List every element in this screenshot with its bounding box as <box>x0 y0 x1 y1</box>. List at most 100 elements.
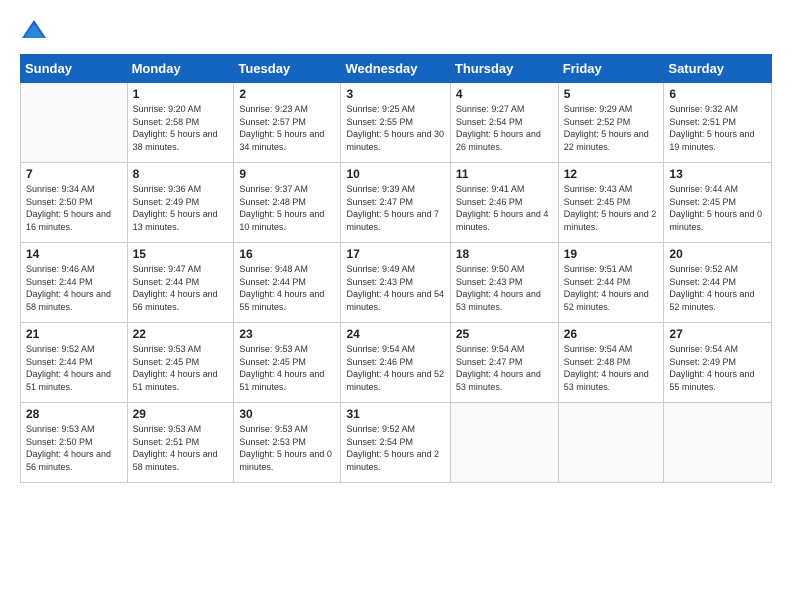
day-info: Sunrise: 9:36 AMSunset: 2:49 PMDaylight:… <box>133 183 229 233</box>
calendar-cell <box>664 403 772 483</box>
calendar-week-row: 28 Sunrise: 9:53 AMSunset: 2:50 PMDayligh… <box>21 403 772 483</box>
calendar-cell: 25 Sunrise: 9:54 AMSunset: 2:47 PMDayligh… <box>450 323 558 403</box>
calendar-cell: 15 Sunrise: 9:47 AMSunset: 2:44 PMDayligh… <box>127 243 234 323</box>
calendar-cell: 24 Sunrise: 9:54 AMSunset: 2:46 PMDayligh… <box>341 323 450 403</box>
calendar-cell: 16 Sunrise: 9:48 AMSunset: 2:44 PMDayligh… <box>234 243 341 323</box>
day-info: Sunrise: 9:53 AMSunset: 2:45 PMDaylight:… <box>239 343 335 393</box>
calendar-cell: 31 Sunrise: 9:52 AMSunset: 2:54 PMDayligh… <box>341 403 450 483</box>
day-info: Sunrise: 9:54 AMSunset: 2:46 PMDaylight:… <box>346 343 444 393</box>
calendar-cell: 28 Sunrise: 9:53 AMSunset: 2:50 PMDayligh… <box>21 403 128 483</box>
header-sunday: Sunday <box>21 55 128 83</box>
day-info: Sunrise: 9:41 AMSunset: 2:46 PMDaylight:… <box>456 183 553 233</box>
day-number: 13 <box>669 167 766 181</box>
calendar-cell: 17 Sunrise: 9:49 AMSunset: 2:43 PMDayligh… <box>341 243 450 323</box>
calendar-week-row: 1Sunrise: 9:20 AMSunset: 2:58 PMDaylight… <box>21 83 772 163</box>
day-number: 11 <box>456 167 553 181</box>
day-info: Sunrise: 9:53 AMSunset: 2:50 PMDaylight:… <box>26 423 122 473</box>
calendar-cell: 23 Sunrise: 9:53 AMSunset: 2:45 PMDayligh… <box>234 323 341 403</box>
day-number: 28 <box>26 407 122 421</box>
page: Sunday Monday Tuesday Wednesday Thursday… <box>0 0 792 612</box>
day-info: Sunrise: 9:44 AMSunset: 2:45 PMDaylight:… <box>669 183 766 233</box>
header-tuesday: Tuesday <box>234 55 341 83</box>
day-number: 10 <box>346 167 444 181</box>
day-info: Sunrise: 9:53 AMSunset: 2:45 PMDaylight:… <box>133 343 229 393</box>
day-info: Sunrise: 9:25 AMSunset: 2:55 PMDaylight:… <box>346 103 444 153</box>
calendar-cell: 13 Sunrise: 9:44 AMSunset: 2:45 PMDayligh… <box>664 163 772 243</box>
day-info: Sunrise: 9:51 AMSunset: 2:44 PMDaylight:… <box>564 263 659 313</box>
day-number: 21 <box>26 327 122 341</box>
day-info: Sunrise: 9:29 AMSunset: 2:52 PMDaylight:… <box>564 103 659 153</box>
calendar-week-row: 21 Sunrise: 9:52 AMSunset: 2:44 PMDayligh… <box>21 323 772 403</box>
day-number: 27 <box>669 327 766 341</box>
day-number: 24 <box>346 327 444 341</box>
header-thursday: Thursday <box>450 55 558 83</box>
calendar-cell: 7Sunrise: 9:34 AMSunset: 2:50 PMDaylight… <box>21 163 128 243</box>
day-number: 18 <box>456 247 553 261</box>
day-info: Sunrise: 9:39 AMSunset: 2:47 PMDaylight:… <box>346 183 444 233</box>
day-number: 15 <box>133 247 229 261</box>
day-number: 29 <box>133 407 229 421</box>
day-info: Sunrise: 9:43 AMSunset: 2:45 PMDaylight:… <box>564 183 659 233</box>
calendar-cell: 9 Sunrise: 9:37 AMSunset: 2:48 PMDaylight… <box>234 163 341 243</box>
calendar-cell: 11 Sunrise: 9:41 AMSunset: 2:46 PMDayligh… <box>450 163 558 243</box>
day-info: Sunrise: 9:46 AMSunset: 2:44 PMDaylight:… <box>26 263 122 313</box>
calendar-cell: 21 Sunrise: 9:52 AMSunset: 2:44 PMDayligh… <box>21 323 128 403</box>
day-info: Sunrise: 9:23 AMSunset: 2:57 PMDaylight:… <box>239 103 335 153</box>
calendar-cell <box>558 403 664 483</box>
day-info: Sunrise: 9:49 AMSunset: 2:43 PMDaylight:… <box>346 263 444 313</box>
calendar-cell: 10 Sunrise: 9:39 AMSunset: 2:47 PMDayligh… <box>341 163 450 243</box>
day-number: 25 <box>456 327 553 341</box>
header-saturday: Saturday <box>664 55 772 83</box>
day-number: 31 <box>346 407 444 421</box>
calendar-cell: 29 Sunrise: 9:53 AMSunset: 2:51 PMDayligh… <box>127 403 234 483</box>
calendar-cell: 5 Sunrise: 9:29 AMSunset: 2:52 PMDaylight… <box>558 83 664 163</box>
day-number: 5 <box>564 87 659 101</box>
day-info: Sunrise: 9:37 AMSunset: 2:48 PMDaylight:… <box>239 183 335 233</box>
calendar-table: Sunday Monday Tuesday Wednesday Thursday… <box>20 54 772 483</box>
day-info: Sunrise: 9:53 AMSunset: 2:53 PMDaylight:… <box>239 423 335 473</box>
day-info: Sunrise: 9:54 AMSunset: 2:49 PMDaylight:… <box>669 343 766 393</box>
day-number: 19 <box>564 247 659 261</box>
calendar-cell: 12 Sunrise: 9:43 AMSunset: 2:45 PMDayligh… <box>558 163 664 243</box>
calendar-week-row: 7Sunrise: 9:34 AMSunset: 2:50 PMDaylight… <box>21 163 772 243</box>
day-info: Sunrise: 9:32 AMSunset: 2:51 PMDaylight:… <box>669 103 766 153</box>
day-info: Sunrise: 9:53 AMSunset: 2:51 PMDaylight:… <box>133 423 229 473</box>
day-info: Sunrise: 9:52 AMSunset: 2:44 PMDaylight:… <box>26 343 122 393</box>
day-number: 7 <box>26 167 122 181</box>
calendar-body: 1Sunrise: 9:20 AMSunset: 2:58 PMDaylight… <box>21 83 772 483</box>
header <box>20 16 772 44</box>
weekday-header-row: Sunday Monday Tuesday Wednesday Thursday… <box>21 55 772 83</box>
day-number: 2 <box>239 87 335 101</box>
day-info: Sunrise: 9:54 AMSunset: 2:47 PMDaylight:… <box>456 343 553 393</box>
day-number: 22 <box>133 327 229 341</box>
calendar-cell: 4 Sunrise: 9:27 AMSunset: 2:54 PMDaylight… <box>450 83 558 163</box>
calendar-cell <box>450 403 558 483</box>
day-info: Sunrise: 9:47 AMSunset: 2:44 PMDaylight:… <box>133 263 229 313</box>
day-info: Sunrise: 9:50 AMSunset: 2:43 PMDaylight:… <box>456 263 553 313</box>
day-info: Sunrise: 9:54 AMSunset: 2:48 PMDaylight:… <box>564 343 659 393</box>
day-info: Sunrise: 9:27 AMSunset: 2:54 PMDaylight:… <box>456 103 553 153</box>
day-number: 1 <box>133 87 229 101</box>
header-wednesday: Wednesday <box>341 55 450 83</box>
day-number: 9 <box>239 167 335 181</box>
calendar-cell: 19 Sunrise: 9:51 AMSunset: 2:44 PMDayligh… <box>558 243 664 323</box>
day-number: 12 <box>564 167 659 181</box>
calendar-cell: 1Sunrise: 9:20 AMSunset: 2:58 PMDaylight… <box>127 83 234 163</box>
day-number: 16 <box>239 247 335 261</box>
logo <box>20 16 50 44</box>
day-number: 3 <box>346 87 444 101</box>
calendar-cell: 22 Sunrise: 9:53 AMSunset: 2:45 PMDayligh… <box>127 323 234 403</box>
day-number: 17 <box>346 247 444 261</box>
calendar-cell <box>21 83 128 163</box>
day-number: 6 <box>669 87 766 101</box>
calendar-cell: 14Sunrise: 9:46 AMSunset: 2:44 PMDayligh… <box>21 243 128 323</box>
logo-icon <box>20 16 48 44</box>
day-number: 23 <box>239 327 335 341</box>
day-number: 8 <box>133 167 229 181</box>
calendar-cell: 30Sunrise: 9:53 AMSunset: 2:53 PMDayligh… <box>234 403 341 483</box>
day-info: Sunrise: 9:52 AMSunset: 2:54 PMDaylight:… <box>346 423 444 473</box>
day-info: Sunrise: 9:48 AMSunset: 2:44 PMDaylight:… <box>239 263 335 313</box>
calendar-cell: 6 Sunrise: 9:32 AMSunset: 2:51 PMDaylight… <box>664 83 772 163</box>
day-number: 4 <box>456 87 553 101</box>
calendar-cell: 3 Sunrise: 9:25 AMSunset: 2:55 PMDaylight… <box>341 83 450 163</box>
